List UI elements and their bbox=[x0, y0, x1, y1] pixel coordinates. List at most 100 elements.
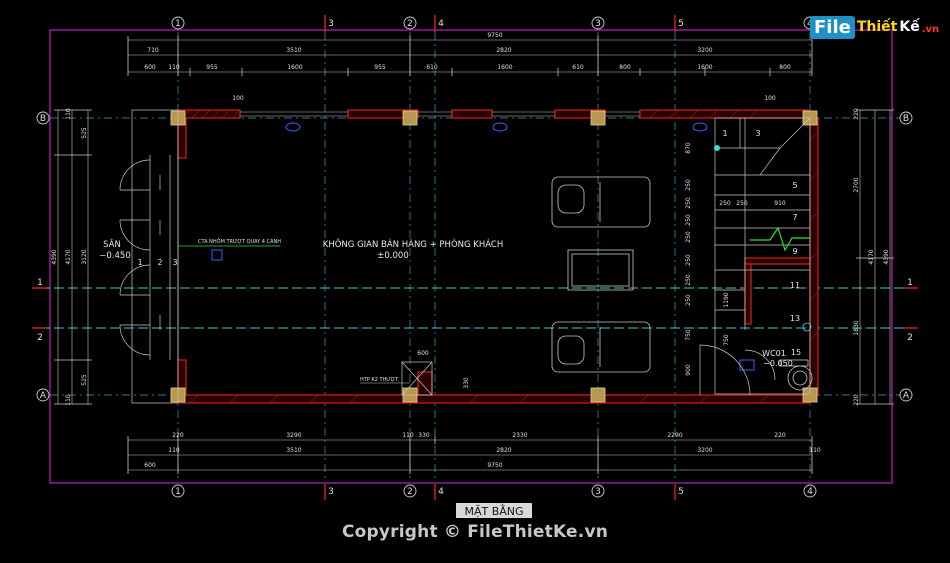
dim-top: 600 bbox=[144, 64, 156, 71]
dim-bottom: 2330 bbox=[512, 432, 527, 439]
dim-top: 3510 bbox=[286, 47, 301, 54]
axis-label-bottom: 1 bbox=[175, 487, 181, 497]
dim-top-total: 9750 bbox=[487, 32, 502, 39]
axis-label-top: 4 bbox=[438, 19, 444, 29]
dim-stair: 870 bbox=[685, 142, 692, 154]
axis-bubbles-top bbox=[36, 16, 913, 498]
dim-stair: 250 bbox=[685, 294, 692, 306]
axis-label-right: 2 bbox=[907, 333, 913, 343]
dim-bottom-600: 600 bbox=[144, 462, 156, 469]
wc-name: WC01 bbox=[762, 349, 786, 358]
axis-label-right: 1 bbox=[907, 278, 913, 288]
dim-left: 4390 bbox=[51, 249, 58, 264]
door-panel-number: 1 bbox=[137, 258, 142, 267]
axis-label-left: 1 bbox=[37, 278, 43, 288]
logo-file: File bbox=[810, 15, 855, 39]
stair-step-number: 11 bbox=[790, 281, 800, 290]
axis-label-top: 2 bbox=[407, 19, 413, 29]
dim-left: 525 bbox=[81, 127, 88, 139]
dim-top: 610 bbox=[426, 64, 438, 71]
dim-bottom: 220 bbox=[774, 432, 786, 439]
room-level: ±0.000 bbox=[377, 251, 408, 261]
dim-right: 2700 bbox=[853, 177, 860, 192]
dim-top: 1600 bbox=[287, 64, 302, 71]
dim-bottom: 110 bbox=[402, 432, 414, 439]
axis-label-top: 3 bbox=[595, 19, 601, 29]
axis-label-left: A bbox=[40, 391, 47, 401]
site-logo[interactable]: File Thiết Kế .vn bbox=[810, 12, 939, 42]
copyright-watermark: Copyright © FileThietKe.vn bbox=[341, 522, 609, 542]
dim-misc: 330 bbox=[463, 377, 470, 389]
stair-break-line bbox=[750, 226, 810, 252]
stair-step-number: 9 bbox=[792, 247, 797, 256]
axis-label-top: 1 bbox=[175, 19, 181, 29]
dim-misc: 100 bbox=[764, 95, 776, 102]
axis-label-bottom: 4 bbox=[807, 487, 813, 497]
dim-top: 3200 bbox=[697, 47, 712, 54]
dim-right: 1830 bbox=[853, 320, 860, 335]
logo-thiet: Thiết bbox=[856, 19, 898, 35]
dim-bottom-total: 9750 bbox=[487, 462, 502, 469]
dim-stair: 250 bbox=[685, 214, 692, 226]
dimension-lines bbox=[57, 39, 891, 471]
section-lines bbox=[40, 287, 910, 329]
logo-ke: Kế bbox=[899, 19, 920, 35]
dim-stair: 250 bbox=[685, 179, 692, 191]
htp-note: HTP K2 THƯỢT bbox=[360, 377, 399, 383]
axis-label-right: A bbox=[903, 391, 910, 401]
dim-bottom: 3510 bbox=[286, 447, 301, 454]
dim-top: 110 bbox=[168, 64, 180, 71]
axis-label-bottom: 3 bbox=[595, 487, 601, 497]
dim-misc: 750 bbox=[723, 334, 730, 346]
dim-bottom: 110 bbox=[168, 447, 180, 454]
axis-label-bottom: 4 bbox=[438, 487, 444, 497]
stair-step-number: 13 bbox=[790, 314, 800, 323]
interior-door bbox=[401, 344, 776, 396]
dim-left: 4170 bbox=[65, 249, 72, 264]
room-name: KHÔNG GIAN BÁN HÀNG + PHÒNG KHÁCH bbox=[323, 238, 503, 250]
porch-level: −0.450 bbox=[99, 251, 130, 261]
dim-stair: 900 bbox=[685, 364, 692, 376]
porch-name: SÂN bbox=[103, 238, 121, 250]
axis-label-left: 2 bbox=[37, 333, 43, 343]
door-panel-number: 3 bbox=[172, 258, 177, 267]
dim-top: 955 bbox=[374, 64, 386, 71]
dim-misc: 1190 bbox=[723, 292, 730, 307]
axis-label-right: B bbox=[903, 114, 909, 124]
dim-top: 955 bbox=[206, 64, 218, 71]
dim-top: 800 bbox=[619, 64, 631, 71]
dim-bottom: 220 bbox=[172, 432, 184, 439]
dim-stair: 250 bbox=[685, 197, 692, 209]
dim-top: 800 bbox=[779, 64, 791, 71]
dim-left: 525 bbox=[81, 374, 88, 386]
axis-label-bottom: 5 bbox=[678, 487, 684, 497]
dim-stair: 750 bbox=[685, 329, 692, 341]
dim-bottom: 2820 bbox=[496, 447, 511, 454]
dim-stair: 250 bbox=[685, 274, 692, 286]
dim-bottom: 2290 bbox=[667, 432, 682, 439]
axis-label-top: 3 bbox=[328, 19, 334, 29]
axis-label-top: 5 bbox=[678, 19, 684, 29]
cad-drawing: 1 3 2 4 3 5 4 1 3 2 4 3 5 4 B 1 2 A B 1 … bbox=[0, 0, 950, 563]
dim-left: 3120 bbox=[81, 249, 88, 264]
stair-step-number: 15 bbox=[791, 348, 801, 357]
dim-stair-top: 250 bbox=[719, 200, 731, 207]
dim-stair: 250 bbox=[685, 231, 692, 243]
floor-plan: 1 3 2 4 3 5 4 1 3 2 4 3 5 4 B 1 2 A B 1 … bbox=[32, 15, 918, 518]
dim-right: 220 bbox=[853, 108, 860, 120]
door-panel-number: 2 bbox=[157, 258, 162, 267]
wall-hatch bbox=[181, 109, 819, 404]
columns bbox=[170, 110, 818, 403]
dim-bottom: 3290 bbox=[286, 432, 301, 439]
dim-left: 110 bbox=[65, 108, 72, 120]
dim-misc: 600 bbox=[417, 350, 429, 357]
stair-start-dot bbox=[714, 145, 720, 151]
stair-step-number: 3 bbox=[755, 129, 760, 138]
logo-vn: .vn bbox=[921, 23, 940, 35]
dim-top: 710 bbox=[147, 47, 159, 54]
wc-level: −0.050 bbox=[763, 359, 793, 368]
stair-step-number: 1 bbox=[722, 129, 727, 138]
dim-bottom: 3200 bbox=[697, 447, 712, 454]
dim-stair: 250 bbox=[685, 254, 692, 266]
sofa-set bbox=[551, 176, 651, 373]
